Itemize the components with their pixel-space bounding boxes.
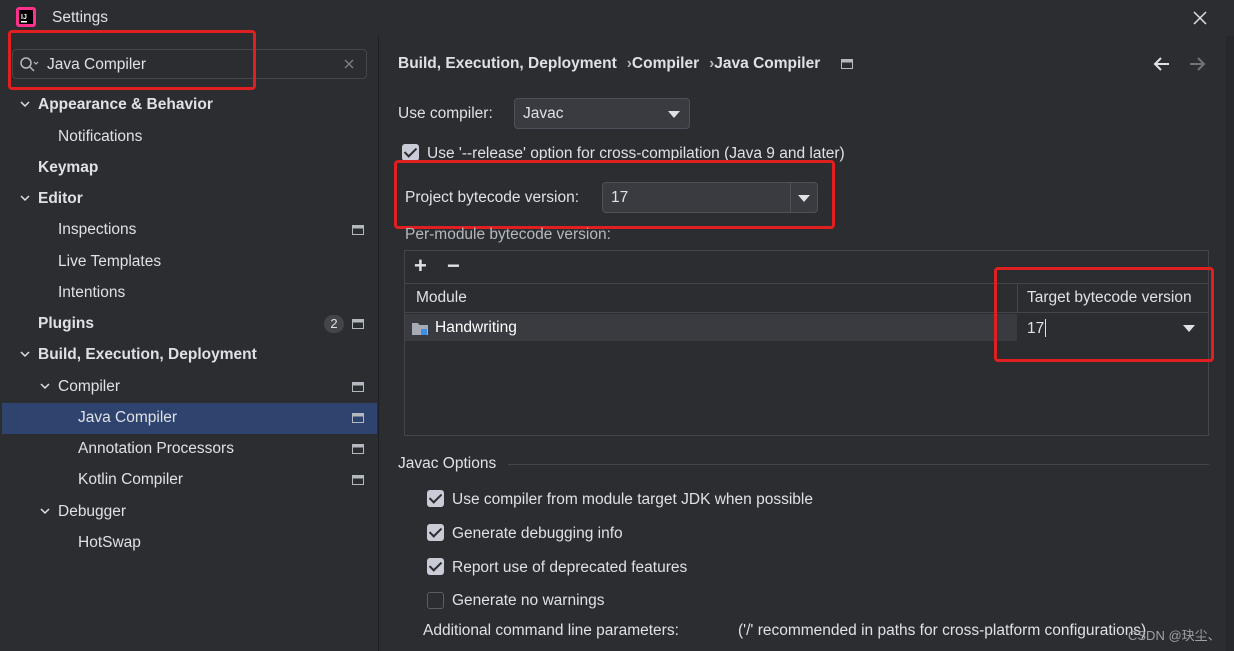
forward-arrow-icon[interactable]	[1186, 53, 1208, 75]
sidebar-item-annotation-processors[interactable]: Annotation Processors	[0, 434, 378, 465]
close-icon[interactable]	[1190, 8, 1210, 28]
sidebar-item-live-templates[interactable]: Live Templates	[0, 247, 378, 278]
window-title: Settings	[52, 9, 109, 26]
sidebar-item-compiler[interactable]: Compiler	[0, 372, 378, 403]
column-header-module[interactable]: Module	[416, 289, 467, 307]
sidebar-item-label: Plugins	[38, 315, 94, 332]
sidebar-item-debugger[interactable]: Debugger	[0, 497, 378, 528]
sidebar-item-label: Inspections	[58, 221, 137, 238]
sidebar-item-inspections[interactable]: Inspections	[0, 215, 378, 246]
back-arrow-icon[interactable]	[1151, 53, 1173, 75]
sidebar-item-hotswap[interactable]: HotSwap	[0, 528, 378, 559]
sidebar-item-label: Kotlin Compiler	[78, 471, 184, 488]
highlight-search	[8, 30, 256, 90]
sidebar-item-label: Appearance & Behavior	[38, 96, 213, 113]
sidebar-item-label: Notifications	[58, 128, 143, 145]
use-module-jdk-checkbox[interactable]	[427, 490, 444, 507]
sidebar-item-label: Keymap	[38, 159, 99, 176]
sidebar-item-kotlin-compiler[interactable]: Kotlin Compiler	[0, 465, 378, 496]
sidebar-item-label: Editor	[38, 190, 83, 207]
module-folder-icon	[412, 323, 428, 335]
sidebar-item-label: Compiler	[58, 378, 121, 395]
sidebar-item-keymap[interactable]: Keymap	[0, 153, 378, 184]
project-settings-icon	[352, 444, 364, 454]
breadcrumb-item[interactable]: Compiler	[632, 55, 699, 72]
sidebar-item-java-compiler[interactable]: Java Compiler	[2, 403, 377, 434]
project-settings-icon	[352, 413, 364, 423]
intellij-app-icon: IJ	[16, 7, 36, 27]
chevron-down-icon	[20, 101, 30, 108]
dropdown-arrow-icon	[668, 111, 680, 118]
clear-search-icon[interactable]	[342, 57, 356, 71]
sidebar-item-label: Live Templates	[58, 253, 162, 270]
additional-params-input[interactable]: ('/' recommended in paths for cross-plat…	[738, 622, 1146, 640]
debug-info-label: Generate debugging info	[452, 525, 623, 542]
sidebar-item-label: Intentions	[58, 284, 126, 301]
sidebar-item-label: HotSwap	[78, 534, 141, 551]
sidebar-item-label: Build, Execution, Deployment	[38, 346, 257, 363]
sidebar-item-notifications[interactable]: Notifications	[0, 122, 378, 153]
breadcrumb: Build, Execution, Deployment ›Compiler ›Ja…	[398, 55, 853, 73]
deprecated-features-label: Report use of deprecated features	[452, 559, 688, 576]
sidebar-divider	[378, 36, 379, 651]
debug-info-checkbox[interactable]	[427, 524, 444, 541]
sidebar-item-intentions[interactable]: Intentions	[0, 278, 378, 309]
sidebar-item-label: Java Compiler	[78, 409, 178, 426]
release-option-checkbox[interactable]	[402, 144, 419, 161]
use-module-jdk-label: Use compiler from module target JDK when…	[452, 491, 813, 508]
sidebar-item-label: Annotation Processors	[78, 440, 234, 457]
svg-text:IJ: IJ	[21, 14, 27, 21]
javac-options-title: Javac Options	[398, 455, 497, 472]
project-settings-icon	[352, 382, 364, 392]
sidebar-item-build-execution-deployment[interactable]: Build, Execution, Deployment	[0, 340, 378, 371]
no-warnings-checkbox[interactable]	[427, 592, 444, 609]
breadcrumb-item[interactable]: Build, Execution, Deployment	[398, 55, 617, 72]
project-settings-icon	[352, 319, 364, 329]
highlight-project-bytecode	[394, 160, 835, 229]
project-settings-icon	[352, 475, 364, 485]
group-separator	[508, 464, 1209, 465]
highlight-target-bytecode	[994, 267, 1214, 362]
plugins-count-badge: 2	[324, 315, 344, 333]
chevron-down-icon	[20, 195, 30, 202]
use-compiler-label: Use compiler:	[398, 105, 493, 122]
project-settings-icon	[352, 225, 364, 235]
sidebar-item-appearance-behavior[interactable]: Appearance & Behavior	[0, 90, 378, 121]
sidebar-item-plugins[interactable]: Plugins 2	[0, 309, 378, 340]
remove-module-button[interactable]: −	[447, 255, 460, 277]
watermark: CSDN @玦尘、	[1128, 628, 1221, 643]
module-name-cell: Handwriting	[435, 319, 517, 336]
chevron-down-icon	[40, 383, 50, 390]
sidebar-item-label: Debugger	[58, 503, 127, 520]
no-warnings-label: Generate no warnings	[452, 592, 605, 609]
chevron-down-icon	[20, 351, 30, 358]
project-settings-icon	[840, 58, 853, 69]
chevron-down-icon	[40, 508, 50, 515]
additional-params-label: Additional command line parameters:	[423, 622, 679, 639]
deprecated-features-checkbox[interactable]	[427, 558, 444, 575]
use-compiler-value: Javac	[523, 105, 564, 122]
add-module-button[interactable]: +	[414, 255, 427, 277]
use-compiler-dropdown[interactable]: Javac	[514, 98, 690, 129]
breadcrumb-item: Java Compiler	[714, 55, 821, 72]
per-module-label: Per-module bytecode version:	[405, 226, 611, 243]
right-edge-strip	[1226, 36, 1234, 651]
sidebar-item-editor[interactable]: Editor	[0, 184, 378, 215]
